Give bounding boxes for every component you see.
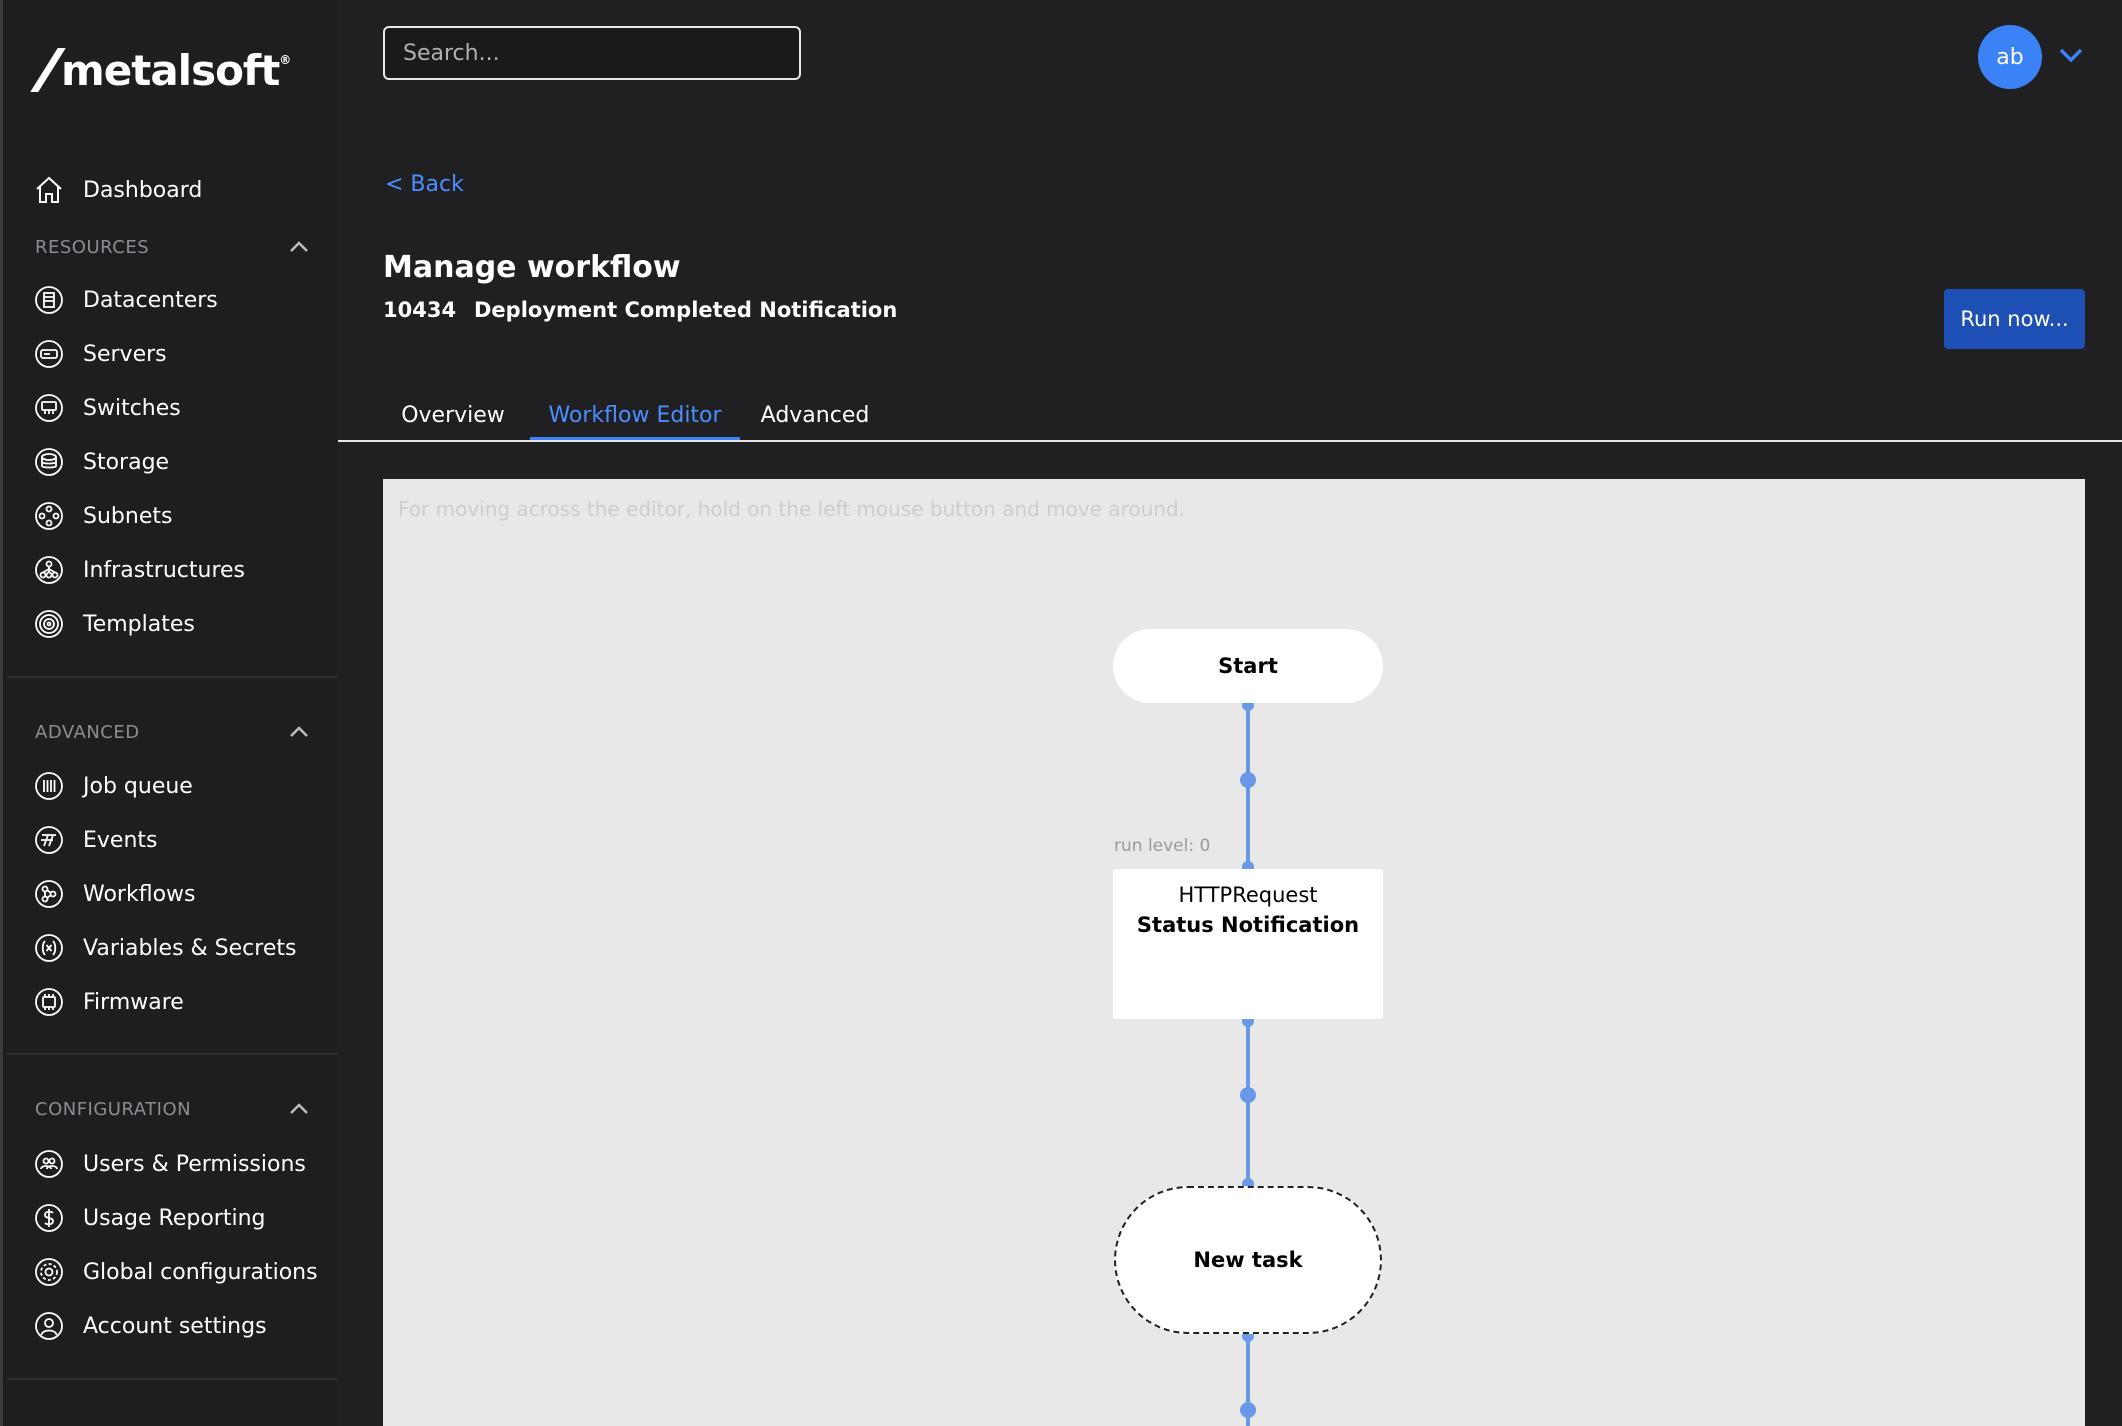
infrastructure-icon (33, 554, 65, 586)
sidebar-item-events[interactable]: Events (33, 820, 158, 860)
sidebar-item-subnets[interactable]: Subnets (33, 496, 172, 536)
sidebar-item-usage-reporting[interactable]: Usage Reporting (33, 1198, 266, 1238)
run-level-label: run level: 0 (1114, 836, 1211, 856)
section-header-configuration[interactable]: CONFIGURATION (35, 1094, 311, 1124)
sidebar-item-templates[interactable]: Templates (33, 604, 195, 644)
brand-reg-mark: ® (279, 53, 291, 67)
workflow-name: Deployment Completed Notification (474, 298, 898, 322)
sidebar-item-label: Dashboard (83, 177, 203, 203)
sidebar-item-switches[interactable]: Switches (33, 388, 181, 428)
sidebar-item-label: Account settings (83, 1313, 267, 1339)
datacenter-icon (33, 284, 65, 316)
sidebar-item-label: Storage (83, 449, 170, 475)
sidebar-item-users-permissions[interactable]: Users & Permissions (33, 1144, 306, 1184)
sidebar-item-dashboard[interactable]: Dashboard (33, 170, 202, 210)
sidebar-item-datacenters[interactable]: Datacenters (33, 280, 218, 320)
sidebar-item-storage[interactable]: Storage (33, 442, 169, 482)
sidebar-divider (6, 676, 338, 678)
connector-add-point (1240, 1402, 1256, 1418)
sidebar-item-job-queue[interactable]: Job queue (33, 766, 193, 806)
task-type: HTTPRequest (1178, 883, 1318, 907)
chevron-up-icon (290, 1103, 308, 1114)
connector-add-point (1240, 772, 1256, 788)
task-node-status-notification[interactable]: HTTPRequest Status Notification (1113, 869, 1383, 1019)
users-icon (33, 1148, 65, 1180)
sidebar-divider (6, 1378, 338, 1380)
section-title: RESOURCES (35, 236, 150, 258)
sidebar-item-label: Infrastructures (83, 557, 246, 583)
search-input[interactable] (383, 26, 801, 80)
logo-slash-icon (39, 48, 53, 92)
chevron-up-icon (290, 241, 308, 252)
subnet-icon (33, 500, 65, 532)
run-now-button[interactable]: Run now... (1944, 289, 2085, 349)
sidebar-item-label: Firmware (83, 989, 184, 1015)
sidebar-item-label: Templates (83, 611, 195, 637)
tab-advanced[interactable]: Advanced (750, 390, 880, 440)
tabs-divider (338, 440, 2122, 442)
tab-workflow-editor[interactable]: Workflow Editor (530, 390, 740, 440)
events-icon (33, 824, 65, 856)
switch-icon (33, 392, 65, 424)
sidebar-item-label: Variables & Secrets (83, 935, 297, 961)
brand-logo[interactable]: metalsoft ® (39, 45, 291, 95)
sidebar-item-label: Servers (83, 341, 167, 367)
sidebar-item-label: Switches (83, 395, 181, 421)
section-header-resources[interactable]: RESOURCES (35, 232, 311, 262)
sidebar-item-servers[interactable]: Servers (33, 334, 167, 374)
dollar-icon (33, 1202, 65, 1234)
task-name: Status Notification (1136, 913, 1360, 937)
section-header-advanced[interactable]: ADVANCED (35, 717, 311, 747)
sidebar-item-label: Datacenters (83, 287, 218, 313)
sidebar: metalsoft ® Dashboard RESOURCES Datacente… (0, 0, 338, 1426)
server-icon (33, 338, 65, 370)
sidebar-divider (6, 1053, 338, 1055)
brand-name: metalsoft (61, 45, 280, 95)
sidebar-item-label: Events (83, 827, 158, 853)
sidebar-item-label: Users & Permissions (83, 1151, 306, 1177)
home-icon (33, 174, 65, 206)
template-icon (33, 608, 65, 640)
new-task-node[interactable]: New task (1114, 1186, 1382, 1334)
storage-icon (33, 446, 65, 478)
sidebar-item-firmware[interactable]: Firmware (33, 982, 184, 1022)
connector-add-point (1240, 1087, 1256, 1103)
sidebar-item-label: Global configurations (83, 1259, 318, 1285)
back-link[interactable]: < Back (385, 172, 464, 197)
sidebar-item-label: Usage Reporting (83, 1205, 266, 1231)
chevron-down-icon[interactable] (2056, 40, 2086, 70)
section-title: CONFIGURATION (35, 1098, 192, 1120)
sidebar-item-variables-secrets[interactable]: Variables & Secrets (33, 928, 296, 968)
sidebar-item-label: Job queue (83, 773, 193, 799)
section-title: ADVANCED (35, 721, 140, 743)
gear-icon (33, 1256, 65, 1288)
workflow-editor-canvas[interactable]: For moving across the editor, hold on th… (383, 479, 2085, 1426)
user-icon (33, 1310, 65, 1342)
chevron-up-icon (290, 726, 308, 737)
sidebar-item-account-settings[interactable]: Account settings (33, 1306, 267, 1346)
firmware-icon (33, 986, 65, 1018)
workflow-id: 10434 (383, 298, 457, 322)
start-node[interactable]: Start (1113, 629, 1383, 703)
workflow-icon (33, 878, 65, 910)
avatar[interactable]: ab (1978, 25, 2042, 89)
variable-icon (33, 932, 65, 964)
tab-overview[interactable]: Overview (385, 390, 521, 440)
page-title: Manage workflow (383, 250, 681, 285)
sidebar-item-label: Subnets (83, 503, 173, 529)
sidebar-item-infrastructures[interactable]: Infrastructures (33, 550, 245, 590)
job-queue-icon (33, 770, 65, 802)
sidebar-item-workflows[interactable]: Workflows (33, 874, 195, 914)
sidebar-item-global-configurations[interactable]: Global configurations (33, 1252, 318, 1292)
sidebar-item-label: Workflows (83, 881, 196, 907)
